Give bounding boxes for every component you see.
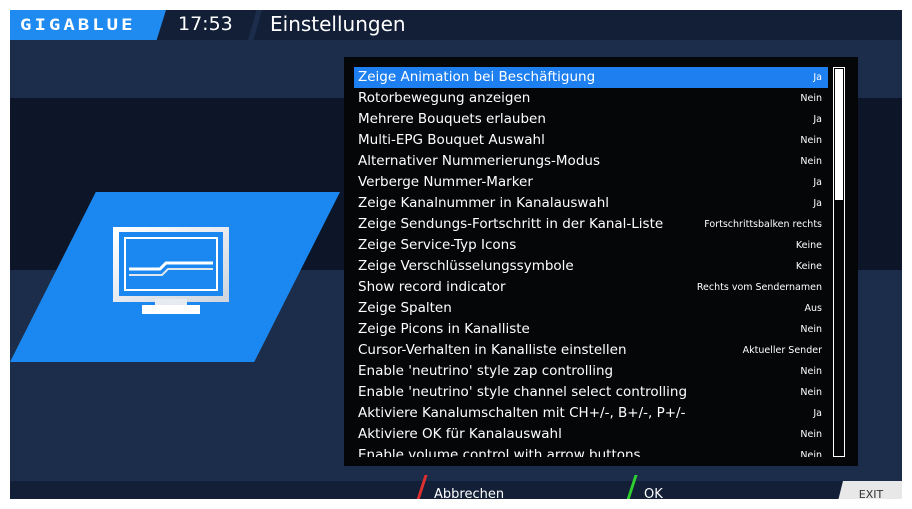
setting-value[interactable]: Ja [813, 67, 822, 88]
setting-value[interactable]: Ja [813, 403, 822, 424]
exit-button[interactable]: EXIT [836, 481, 902, 499]
setting-value[interactable]: Keine [796, 256, 822, 277]
setting-label: Alternativer Nummerierungs-Modus [358, 153, 600, 169]
setting-row[interactable]: Zeige Animation bei Beschäftigung Ja [354, 67, 828, 88]
setting-row[interactable]: Zeige Sendungs-Fortschritt in der Kanal-… [354, 214, 828, 235]
setting-label: Zeige Service-Typ Icons [358, 237, 517, 253]
setting-row[interactable]: Mehrere Bouquets erlauben Ja [354, 109, 828, 130]
setting-label: Mehrere Bouquets erlauben [358, 111, 546, 127]
setting-row[interactable]: Zeige Verschlüsselungssymbole Keine [354, 256, 828, 277]
setting-value[interactable]: Nein [800, 319, 822, 340]
cancel-label: Abbrechen [434, 487, 505, 499]
setting-value[interactable]: Nein [800, 130, 822, 151]
setting-row[interactable]: Alternativer Nummerierungs-Modus Nein [354, 151, 828, 172]
setting-value[interactable]: Fortschrittsbalken rechts [704, 214, 822, 235]
setting-label: Rotorbewegung anzeigen [358, 90, 531, 106]
setting-label: Enable 'neutrino' style zap controlling [358, 363, 614, 379]
setting-row[interactable]: Zeige Spalten Aus [354, 298, 828, 319]
setting-row[interactable]: Enable 'neutrino' style zap controlling N… [354, 361, 828, 382]
setting-row[interactable]: Enable 'neutrino' style channel select c… [354, 382, 828, 403]
setting-value[interactable]: Nein [800, 361, 822, 382]
setting-value[interactable]: Ja [813, 172, 822, 193]
setting-value[interactable]: Nein [800, 445, 822, 457]
setting-row[interactable]: Aktiviere OK für Kanalauswahl Nein [354, 424, 828, 445]
setting-label: Zeige Spalten [358, 300, 452, 316]
setting-label: Aktiviere Kanalumschalten mit CH+/-, B+/… [358, 405, 686, 421]
setting-value[interactable]: Nein [800, 88, 822, 109]
setting-label: Enable 'neutrino' style channel select c… [358, 384, 688, 400]
settings-screen: GIGABLUE 17:53 Einstellungen Zeige Anima… [10, 10, 902, 499]
setting-label: Zeige Animation bei Beschäftigung [358, 69, 596, 85]
setting-row[interactable]: Zeige Picons in Kanalliste Nein [354, 319, 828, 340]
setting-value[interactable]: Nein [800, 151, 822, 172]
setting-label: Zeige Kanalnummer in Kanalauswahl [358, 195, 610, 211]
setting-label: Zeige Verschlüsselungssymbole [358, 258, 574, 274]
setting-row[interactable]: Aktiviere Kanalumschalten mit CH+/-, B+/… [354, 403, 828, 424]
setting-label: Cursor-Verhalten in Kanalliste einstelle… [358, 342, 627, 358]
setting-label: Enable volume control with arrow buttons [358, 447, 641, 457]
setting-label: Zeige Sendungs-Fortschritt in der Kanal-… [358, 216, 664, 232]
setting-label: Multi-EPG Bouquet Auswahl [358, 132, 545, 148]
setting-value[interactable]: Aus [805, 298, 822, 319]
ok-label: OK [644, 487, 663, 499]
monitor-icon [113, 227, 229, 314]
setting-label: Verberge Nummer-Marker [358, 174, 533, 190]
header-bar: GIGABLUE 17:53 Einstellungen [10, 10, 902, 40]
setting-row[interactable]: Verberge Nummer-Marker Ja [354, 172, 828, 193]
setting-row[interactable]: Zeige Kanalnummer in Kanalauswahl Ja [354, 193, 828, 214]
scrollbar[interactable] [833, 67, 845, 457]
setting-value[interactable]: Ja [813, 109, 822, 130]
setting-row[interactable]: Show record indicator Rechts vom Senderna… [354, 277, 828, 298]
setting-value[interactable]: Nein [800, 424, 822, 445]
header-divider [248, 10, 262, 40]
setting-row[interactable]: Zeige Service-Typ Icons Keine [354, 235, 828, 256]
setting-row[interactable]: Rotorbewegung anzeigen Nein [354, 88, 828, 109]
setting-row[interactable]: Enable volume control with arrow buttons… [354, 445, 828, 457]
setting-label: Aktiviere OK für Kanalauswahl [358, 426, 562, 442]
brand-logo: GIGABLUE [20, 15, 136, 35]
setting-label: Show record indicator [358, 279, 506, 295]
settings-list: Zeige Animation bei Beschäftigung Ja Rotor… [354, 67, 828, 457]
setting-value[interactable]: Aktueller Sender [743, 340, 822, 361]
setting-row[interactable]: Multi-EPG Bouquet Auswahl Nein [354, 130, 828, 151]
setting-value[interactable]: Rechts vom Sendernamen [697, 277, 822, 298]
setting-value[interactable]: Ja [813, 193, 822, 214]
settings-panel: Zeige Animation bei Beschäftigung Ja Rotor… [344, 57, 858, 466]
setting-value[interactable]: Nein [800, 382, 822, 403]
setting-row[interactable]: Cursor-Verhalten in Kanalliste einstelle… [354, 340, 828, 361]
scrollbar-thumb[interactable] [835, 69, 843, 200]
page-title: Einstellungen [270, 12, 406, 36]
setting-label: Zeige Picons in Kanalliste [358, 321, 530, 337]
setting-value[interactable]: Keine [796, 235, 822, 256]
clock: 17:53 [178, 13, 233, 35]
